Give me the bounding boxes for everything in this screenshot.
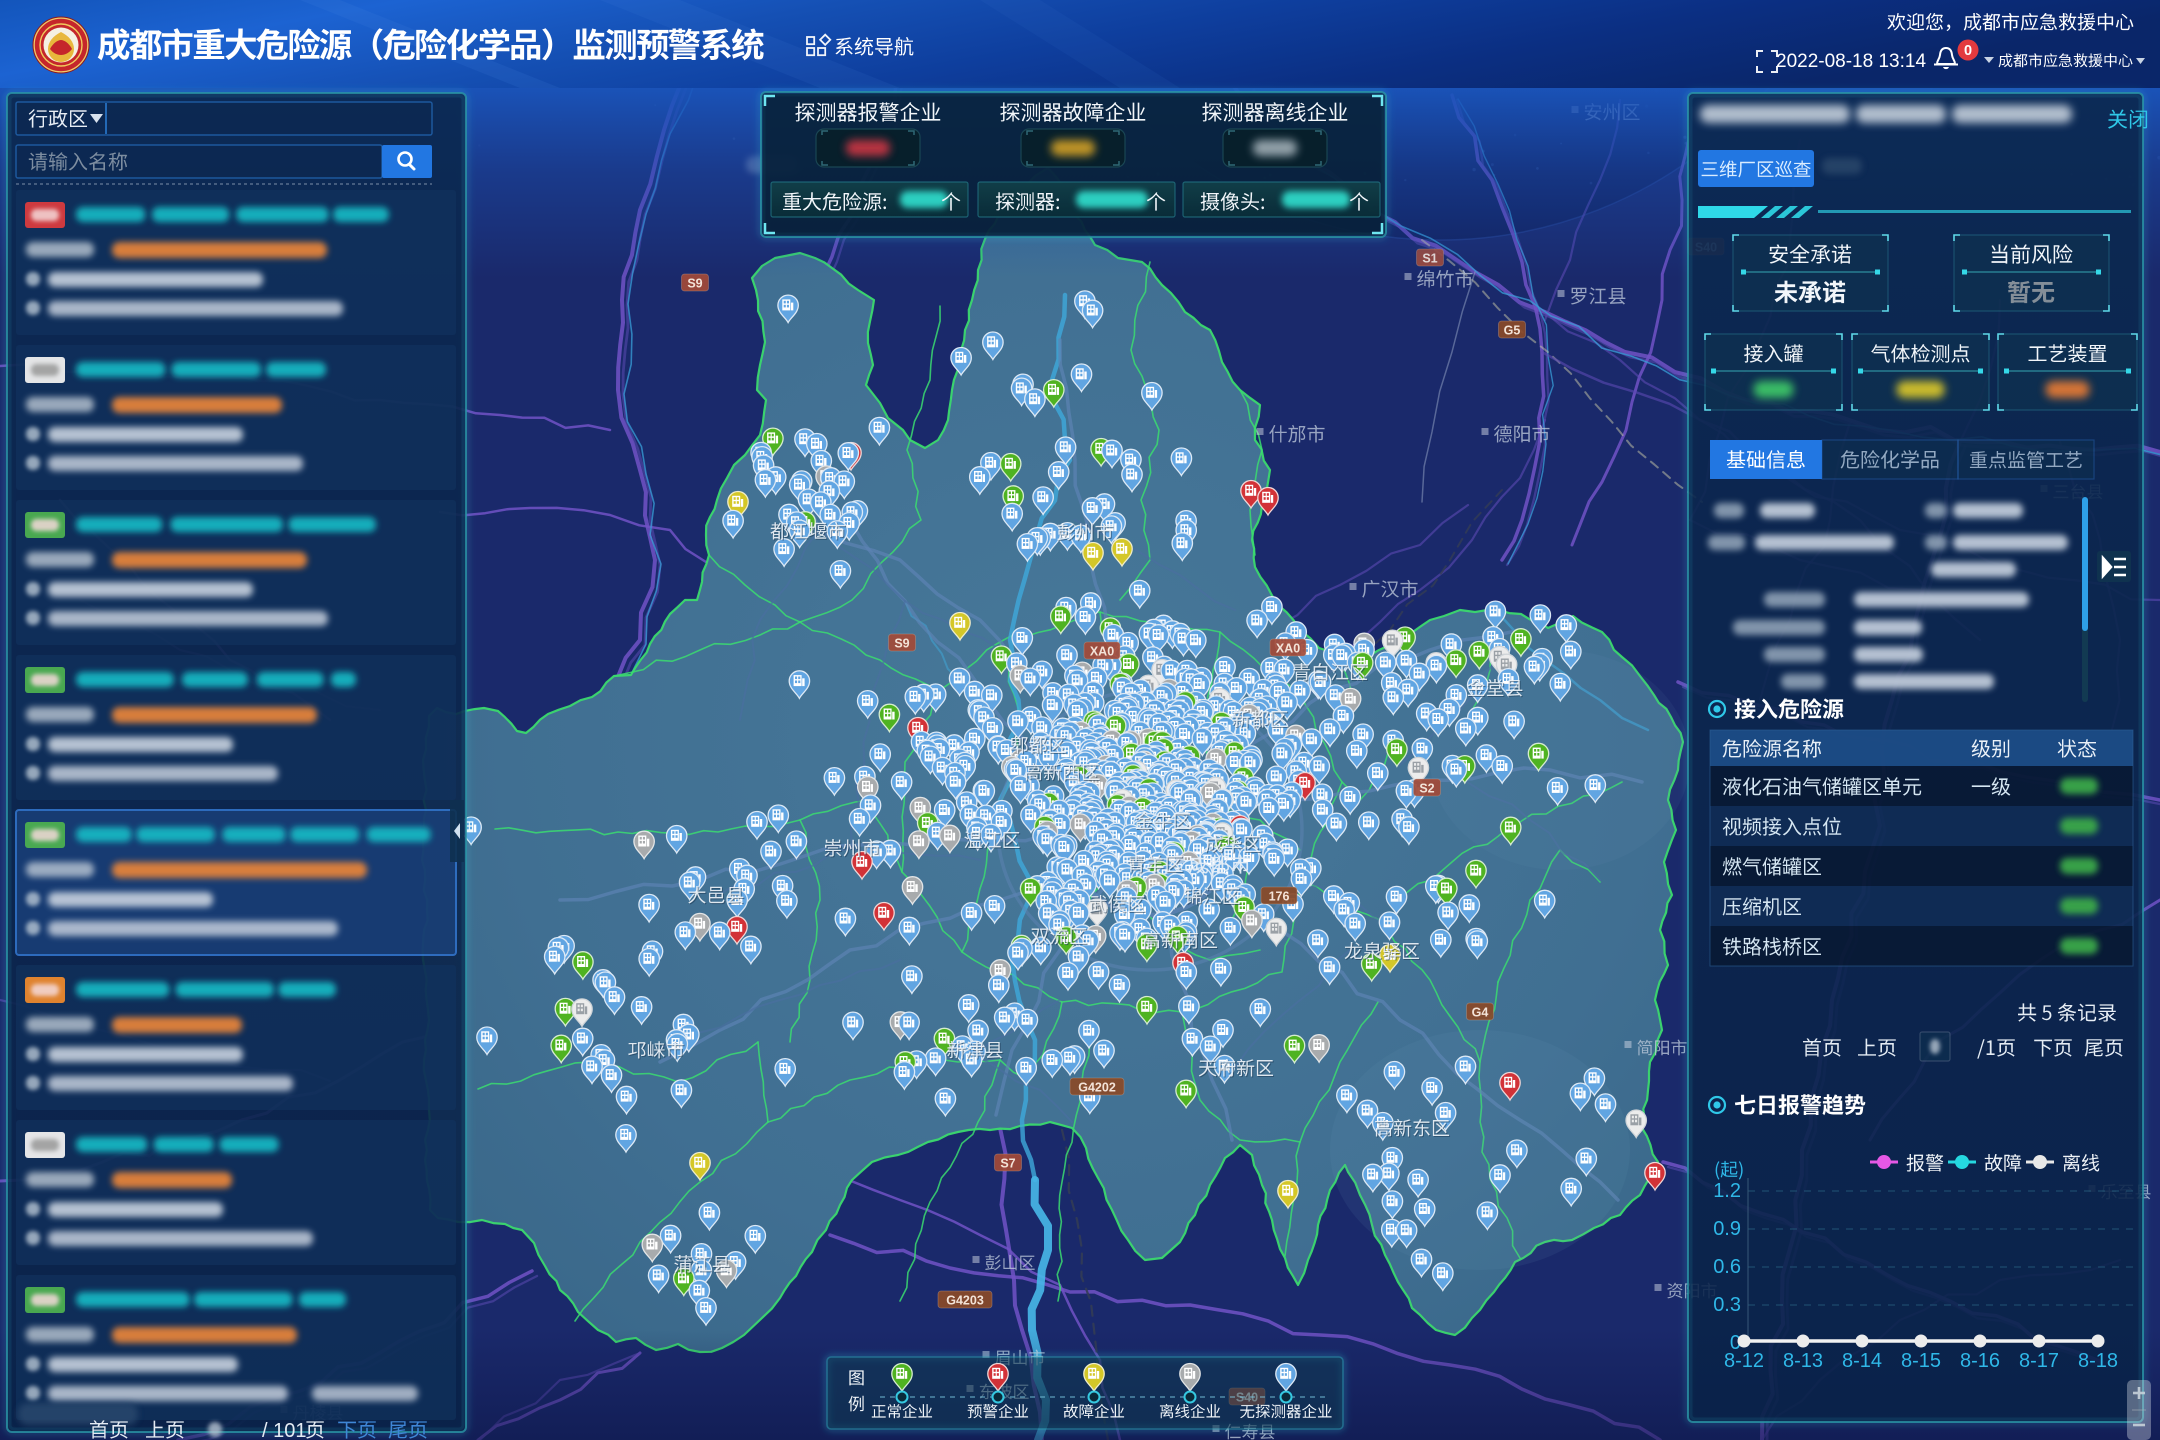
svg-text:2022-08-18 13:14: 2022-08-18 13:14: [1776, 51, 1926, 72]
svg-text:0.6: 0.6: [1713, 1256, 1741, 1278]
svg-text:8-16: 8-16: [1960, 1350, 2000, 1372]
svg-text:8-14: 8-14: [1842, 1350, 1882, 1372]
svg-text:0.9: 0.9: [1713, 1218, 1741, 1240]
svg-text:S9: S9: [687, 277, 702, 291]
svg-text:G5: G5: [1504, 324, 1521, 338]
svg-text:0: 0: [1964, 43, 1972, 59]
svg-text:G4: G4: [1472, 1006, 1489, 1020]
svg-text:176: 176: [1269, 890, 1290, 904]
svg-text:S7: S7: [1000, 1157, 1015, 1171]
svg-text:/ 101: / 101: [262, 1420, 306, 1440]
svg-text:S2: S2: [1419, 782, 1434, 796]
svg-text:XA0: XA0: [1276, 642, 1300, 656]
svg-text:8-12: 8-12: [1724, 1350, 1764, 1372]
svg-text:S9: S9: [894, 637, 909, 651]
svg-text:0.3: 0.3: [1713, 1294, 1741, 1316]
svg-text:G4203: G4203: [946, 1294, 984, 1308]
svg-text:1.2: 1.2: [1713, 1180, 1741, 1202]
svg-text:8-15: 8-15: [1901, 1350, 1941, 1372]
svg-text:G4202: G4202: [1078, 1081, 1116, 1095]
svg-text:8-17: 8-17: [2019, 1350, 2059, 1372]
svg-text:8-13: 8-13: [1783, 1350, 1823, 1372]
svg-text:8-18: 8-18: [2078, 1350, 2118, 1372]
svg-text:XA0: XA0: [1090, 645, 1114, 659]
